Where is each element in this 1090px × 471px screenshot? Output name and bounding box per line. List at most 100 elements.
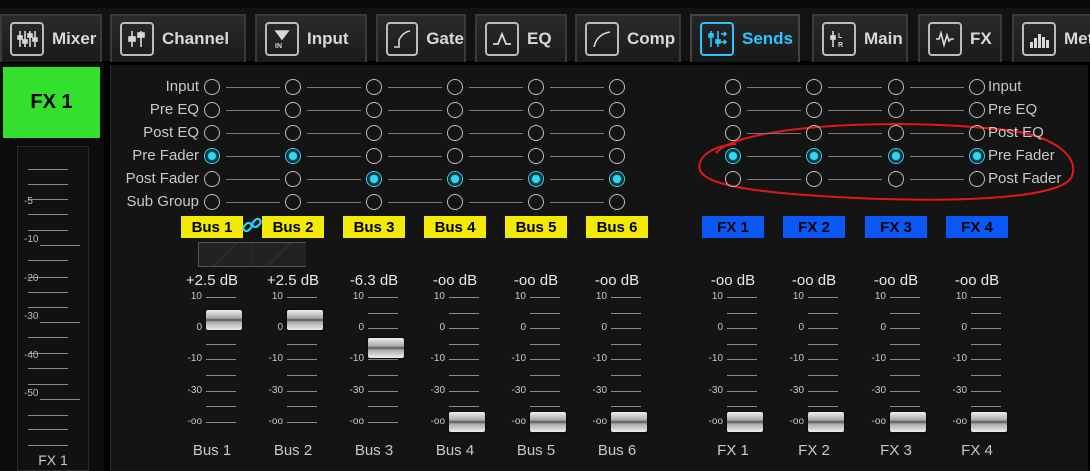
fader-cap[interactable] [808, 412, 844, 432]
tab-mixer[interactable]: Mixer [0, 14, 102, 62]
tap-radio-fx-4[interactable] [969, 148, 985, 164]
tap-radio-bus-4[interactable] [447, 125, 463, 141]
bus-badge[interactable]: Bus 3 [343, 216, 405, 238]
tap-radio-bus-5[interactable] [528, 194, 544, 210]
tap-radio-bus-1[interactable] [204, 171, 220, 187]
fx-badge[interactable]: FX 3 [865, 216, 927, 238]
tap-radio-bus-2[interactable] [285, 171, 301, 187]
tab-fx[interactable]: FX [918, 14, 1002, 62]
fader-cap[interactable] [971, 412, 1007, 432]
send-fader[interactable]: 10 0 -10 -30 -oo [263, 291, 343, 437]
tap-radio-bus-4[interactable] [447, 79, 463, 95]
tap-radio-bus-5[interactable] [528, 171, 544, 187]
tap-radio-bus-3[interactable] [366, 79, 382, 95]
tap-radio-bus-2[interactable] [285, 148, 301, 164]
tap-radio-bus-2[interactable] [285, 102, 301, 118]
tap-radio-fx-4[interactable] [969, 102, 985, 118]
tap-radio-bus-2[interactable] [285, 79, 301, 95]
bus-badge[interactable]: Bus 5 [505, 216, 567, 238]
send-fader[interactable]: 10 0 -10 -30 -oo [506, 291, 586, 437]
link-icon[interactable] [241, 214, 263, 236]
fader-cap[interactable] [530, 412, 566, 432]
tap-radio-bus-6[interactable] [609, 125, 625, 141]
fader-cap[interactable] [727, 412, 763, 432]
tap-radio-fx-1[interactable] [725, 79, 741, 95]
tap-radio-bus-4[interactable] [447, 148, 463, 164]
send-fader[interactable]: 10 0 -10 -30 -oo [182, 291, 262, 437]
tap-radio-bus-4[interactable] [447, 194, 463, 210]
bus-badge[interactable]: Bus 6 [586, 216, 648, 238]
tap-radio-fx-2[interactable] [806, 125, 822, 141]
send-fader[interactable]: 10 0 -10 -30 -oo [784, 291, 864, 437]
send-fader[interactable]: 10 0 -10 -30 -oo [344, 291, 424, 437]
tap-radio-fx-2[interactable] [806, 148, 822, 164]
tap-radio-bus-5[interactable] [528, 102, 544, 118]
send-fader[interactable]: 10 0 -10 -30 -oo [425, 291, 505, 437]
tab-input[interactable]: IN Input [255, 14, 367, 62]
tap-radio-fx-1[interactable] [725, 171, 741, 187]
stereo-link-button[interactable] [198, 242, 306, 267]
tab-channel[interactable]: Channel [110, 14, 246, 62]
fader-cap[interactable] [206, 310, 242, 331]
tap-radio-fx-3[interactable] [888, 125, 904, 141]
tap-radio-fx-2[interactable] [806, 79, 822, 95]
tap-radio-bus-2[interactable] [285, 125, 301, 141]
tap-radio-bus-1[interactable] [204, 148, 220, 164]
channel-name-badge[interactable]: FX 1 [3, 67, 100, 138]
tap-radio-bus-1[interactable] [204, 194, 220, 210]
fader-cap[interactable] [449, 412, 485, 432]
fader-cap[interactable] [287, 310, 323, 331]
send-fader[interactable]: 10 0 -10 -30 -oo [703, 291, 783, 437]
tap-radio-fx-3[interactable] [888, 148, 904, 164]
tab-gate[interactable]: Gate [376, 14, 466, 62]
tap-radio-bus-1[interactable] [204, 79, 220, 95]
tap-radio-fx-4[interactable] [969, 125, 985, 141]
tab-met[interactable]: Met [1012, 14, 1090, 62]
tap-radio-fx-1[interactable] [725, 102, 741, 118]
tap-radio-bus-6[interactable] [609, 194, 625, 210]
tab-sends[interactable]: Sends [690, 14, 800, 62]
tab-eq[interactable]: EQ [475, 14, 567, 62]
send-fader[interactable]: 10 0 -10 -30 -oo [587, 291, 667, 437]
channel-fader[interactable]: FX 1 -5 -10 -20 -30 -40 -50 [17, 146, 89, 471]
tap-radio-bus-3[interactable] [366, 148, 382, 164]
tap-radio-fx-3[interactable] [888, 102, 904, 118]
tap-radio-fx-2[interactable] [806, 102, 822, 118]
tap-radio-bus-6[interactable] [609, 79, 625, 95]
tap-radio-bus-3[interactable] [366, 125, 382, 141]
tap-radio-bus-1[interactable] [204, 125, 220, 141]
tap-radio-bus-1[interactable] [204, 102, 220, 118]
tap-radio-bus-6[interactable] [609, 148, 625, 164]
send-fader[interactable]: 10 0 -10 -30 -oo [947, 291, 1027, 437]
tap-radio-fx-3[interactable] [888, 171, 904, 187]
tap-radio-fx-4[interactable] [969, 79, 985, 95]
fx-badge[interactable]: FX 2 [783, 216, 845, 238]
fader-cap[interactable] [368, 337, 404, 358]
tap-radio-bus-6[interactable] [609, 171, 625, 187]
tap-radio-bus-5[interactable] [528, 148, 544, 164]
tap-radio-bus-4[interactable] [447, 171, 463, 187]
tap-radio-bus-3[interactable] [366, 171, 382, 187]
fader-cap[interactable] [890, 412, 926, 432]
send-fader[interactable]: 10 0 -10 -30 -oo [866, 291, 946, 437]
tap-radio-bus-5[interactable] [528, 79, 544, 95]
tap-radio-fx-4[interactable] [969, 171, 985, 187]
bus-badge[interactable]: Bus 4 [424, 216, 486, 238]
tab-main[interactable]: L R Main [812, 14, 908, 62]
fx-badge[interactable]: FX 1 [702, 216, 764, 238]
tap-radio-fx-2[interactable] [806, 171, 822, 187]
tap-radio-bus-3[interactable] [366, 194, 382, 210]
bus-badge[interactable]: Bus 1 [181, 216, 243, 238]
tap-radio-fx-3[interactable] [888, 79, 904, 95]
tap-radio-bus-2[interactable] [285, 194, 301, 210]
tap-radio-bus-6[interactable] [609, 102, 625, 118]
fx-badge[interactable]: FX 4 [946, 216, 1008, 238]
tab-comp[interactable]: Comp [575, 14, 681, 62]
tap-radio-fx-1[interactable] [725, 148, 741, 164]
bus-badge[interactable]: Bus 2 [262, 216, 324, 238]
tap-radio-bus-5[interactable] [528, 125, 544, 141]
tap-radio-fx-1[interactable] [725, 125, 741, 141]
tap-radio-bus-4[interactable] [447, 102, 463, 118]
tap-radio-bus-3[interactable] [366, 102, 382, 118]
fader-cap[interactable] [611, 412, 647, 432]
